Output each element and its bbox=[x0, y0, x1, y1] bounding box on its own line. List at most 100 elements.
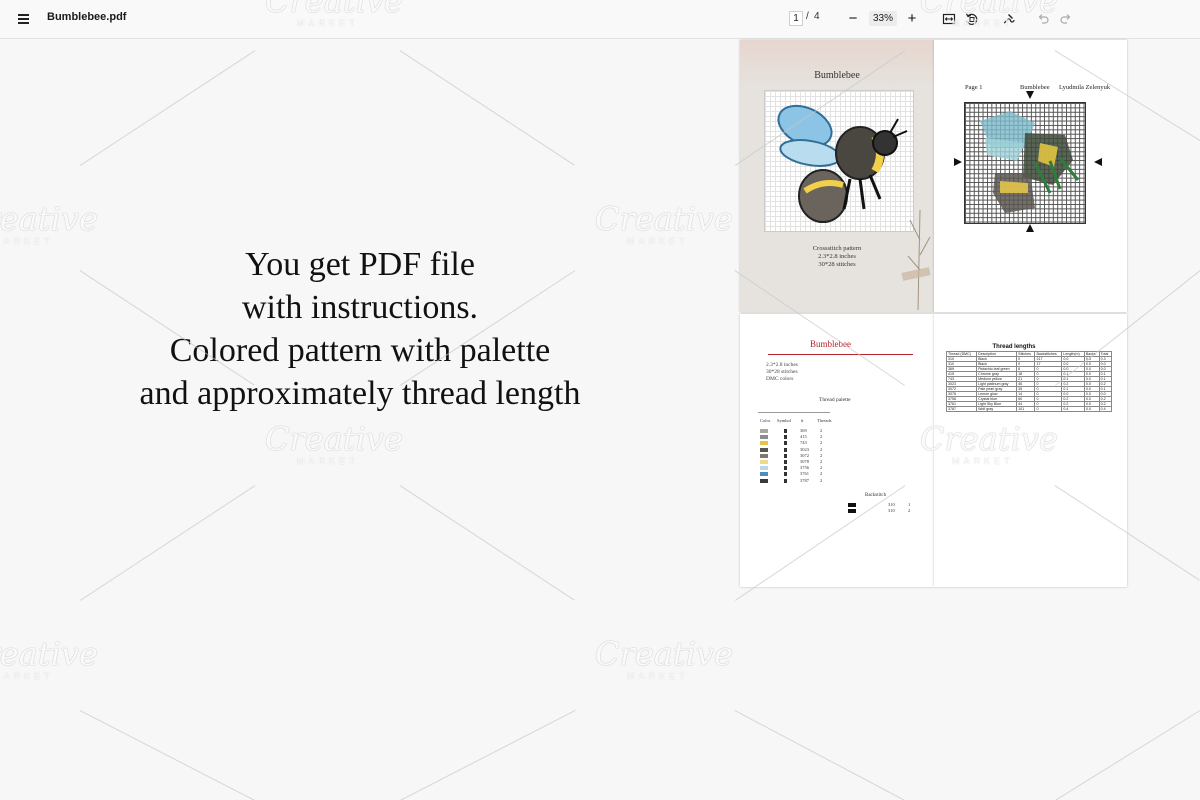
watermark-sub: MARKET bbox=[627, 236, 689, 246]
zoom-out-button[interactable]: − bbox=[846, 9, 860, 27]
chart-author: Lyudmila Zelenyuk bbox=[1059, 84, 1111, 91]
palette-heading: Thread palette bbox=[819, 397, 851, 403]
backstitch-heading: Backstitch bbox=[865, 493, 887, 498]
backstitch-threads: 2 bbox=[908, 508, 911, 513]
center-marker-top-icon bbox=[1026, 91, 1034, 99]
page-total: 4 bbox=[814, 11, 820, 22]
bumblebee-illustration bbox=[764, 90, 914, 232]
table-cell: 0.4 bbox=[1098, 406, 1113, 412]
table-cell: 0 bbox=[1034, 406, 1063, 412]
chart-page-label: Page 1 bbox=[965, 84, 983, 91]
thread-count: 2 bbox=[820, 465, 823, 471]
dried-flower-icon bbox=[901, 209, 931, 310]
color-swatch bbox=[760, 435, 768, 440]
watermark-line bbox=[400, 710, 576, 800]
promo-caption: You get PDF file with instructions. Colo… bbox=[100, 243, 620, 415]
meta-size: 2.3*2.8 inches bbox=[766, 362, 798, 368]
center-marker-bottom-icon bbox=[1026, 224, 1034, 232]
undo-icon bbox=[1038, 14, 1049, 24]
cover-stain bbox=[740, 40, 934, 90]
toolbar: Bumblebee.pdf 1 / 4 − 33% + bbox=[0, 0, 1200, 39]
symbol-icon bbox=[784, 435, 787, 440]
backstitch-swatch bbox=[848, 503, 856, 507]
color-swatch bbox=[760, 441, 768, 446]
watermark-line bbox=[1055, 710, 1200, 800]
symbol-icon bbox=[784, 478, 787, 483]
thread-number: 3787 bbox=[800, 477, 809, 483]
thread-number: 743 bbox=[800, 440, 807, 446]
watermark-line bbox=[399, 50, 575, 166]
fit-page-button[interactable] bbox=[940, 10, 958, 28]
zoom-level[interactable]: 33% bbox=[869, 11, 897, 26]
thread-lengths-table: Thread (DMC) Description Stitches Backstitc… bbox=[945, 351, 1113, 412]
backstitch-swatch bbox=[848, 509, 856, 513]
watermark-logo: Creative bbox=[0, 200, 98, 238]
col-threads: Threads bbox=[817, 418, 832, 423]
symbol-icon bbox=[784, 460, 787, 464]
table-cell: 101 bbox=[1016, 406, 1036, 412]
zoom-in-button[interactable]: + bbox=[905, 9, 919, 27]
symbol-icon bbox=[784, 429, 787, 433]
caption-line-3: Colored pattern with palette bbox=[169, 332, 551, 369]
pdf-page-chart[interactable]: Page 1 Bumblebee Lyudmila Zelenyuk bbox=[934, 40, 1127, 312]
cover-title: Bumblebee bbox=[814, 70, 860, 81]
meta-colors: DMC colors bbox=[766, 376, 794, 382]
watermark-logo: Creative bbox=[595, 635, 733, 673]
thread-number: 3023 bbox=[800, 446, 809, 452]
pdf-page-thread-lengths[interactable]: Thread lengths Thread (DMC) Description St… bbox=[934, 314, 1127, 587]
thread-count: 2 bbox=[820, 434, 823, 440]
thread-number: 3072 bbox=[800, 452, 809, 458]
thread-number: 369 bbox=[800, 428, 807, 433]
thread-number: 3756 bbox=[800, 465, 809, 471]
undo-button[interactable] bbox=[1034, 10, 1052, 28]
watermark-sub: MARKET bbox=[0, 236, 54, 246]
watermark-sub: MARKET bbox=[297, 456, 359, 466]
bee-chart-icon bbox=[980, 111, 1080, 213]
table-cell: 0.0 bbox=[1083, 406, 1100, 412]
backstitch-number: 310 bbox=[888, 502, 895, 507]
rotate-icon bbox=[965, 13, 978, 25]
thread-count: 2 bbox=[820, 440, 823, 446]
title-divider bbox=[768, 354, 913, 355]
bee-icon bbox=[777, 104, 908, 223]
watermark-logo: Creative bbox=[265, 420, 403, 458]
center-marker-right-icon bbox=[1094, 158, 1102, 166]
caption-line-2: with instructions. bbox=[241, 289, 479, 326]
watermark-logo: Creative bbox=[0, 635, 98, 673]
redo-icon bbox=[1060, 14, 1071, 24]
draw-button[interactable] bbox=[1000, 10, 1018, 28]
palette-meta: 2.3*2.8 inches 30*28 stitches DMC colors bbox=[766, 362, 798, 383]
thread-lengths-title: Thread lengths bbox=[992, 344, 1036, 350]
page-number-input[interactable]: 1 bbox=[789, 11, 803, 26]
thread-count: 2 bbox=[820, 471, 823, 477]
watermark-line bbox=[79, 710, 255, 800]
palette-header-rule bbox=[758, 412, 830, 413]
palette-page-title: Bumblebee bbox=[810, 339, 851, 349]
symbol-icon bbox=[784, 472, 787, 477]
thread-count: 2 bbox=[820, 446, 823, 452]
col-number: # bbox=[801, 418, 804, 423]
pdf-page-cover[interactable]: Bumblebee Crossstitch pattern 2.3*2.8 in… bbox=[740, 40, 934, 312]
redo-button[interactable] bbox=[1057, 10, 1075, 28]
col-color: Color bbox=[760, 418, 771, 423]
page-separator: / bbox=[806, 11, 809, 22]
caption-line-1: You get PDF file bbox=[245, 246, 475, 283]
symbol-icon bbox=[784, 441, 787, 446]
pdf-viewer: Bumblebee.pdf 1 / 4 − 33% + You get PDF … bbox=[0, 0, 1200, 800]
watermark-logo: Creative bbox=[595, 200, 733, 238]
fit-page-icon bbox=[942, 13, 956, 25]
color-swatch bbox=[760, 429, 768, 433]
meta-stitches: 30*28 stitches bbox=[766, 369, 798, 375]
table-cell: Wolf gray bbox=[976, 406, 1018, 412]
symbol-icon bbox=[784, 466, 787, 471]
color-swatch bbox=[760, 472, 768, 477]
menu-button[interactable] bbox=[12, 9, 34, 29]
rotate-button[interactable] bbox=[963, 10, 981, 28]
thread-number: 3761 bbox=[800, 471, 809, 477]
watermark-line bbox=[399, 485, 575, 601]
caption-line-4: and approximately thread length bbox=[139, 375, 581, 412]
table-row: 3787 Wolf gray 101 0 0.4 0.0 0.4 bbox=[945, 406, 1113, 412]
thread-count: 2 bbox=[820, 459, 823, 464]
backstitch-number: 310 bbox=[888, 508, 895, 513]
pdf-page-palette[interactable]: Bumblebee 2.3*2.8 inches 30*28 stitches … bbox=[740, 314, 934, 587]
